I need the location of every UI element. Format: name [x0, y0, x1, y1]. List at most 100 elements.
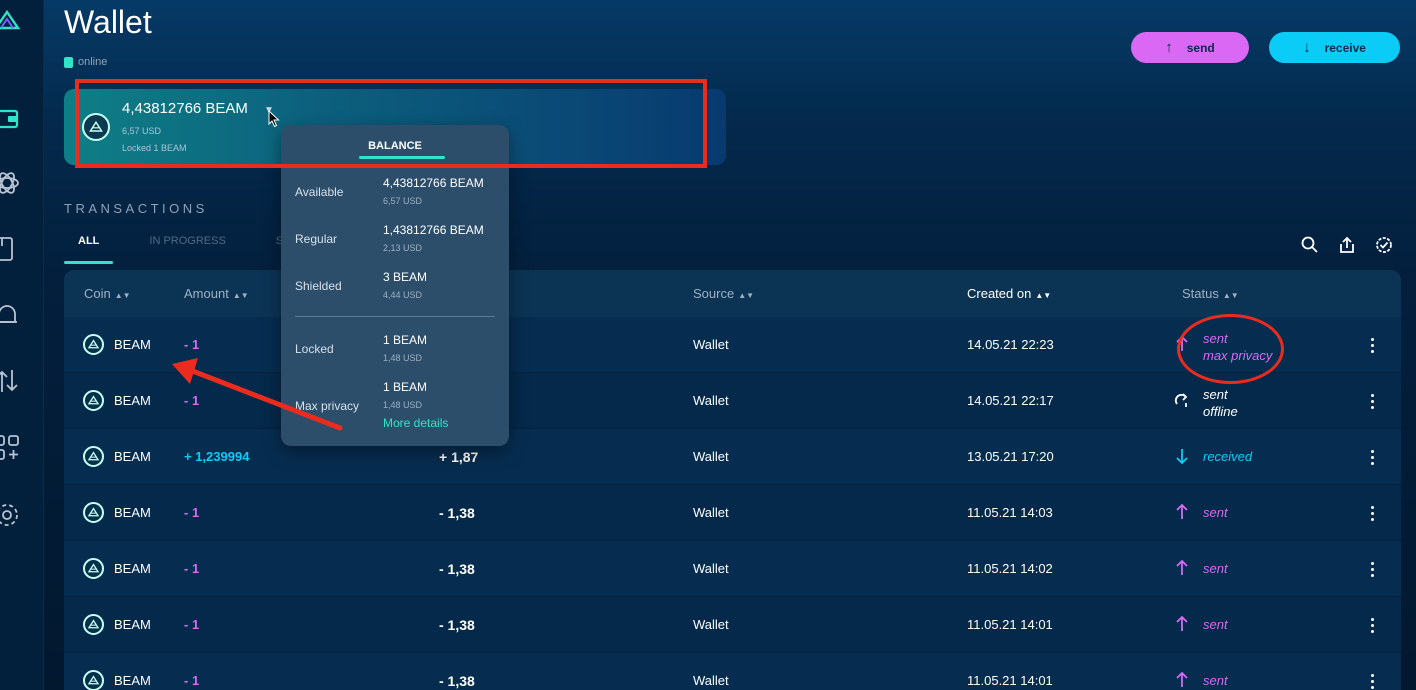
coin-name: BEAM — [114, 505, 151, 520]
more-details-link[interactable]: More details — [383, 416, 448, 430]
table-row[interactable]: BEAM - 1 - 1,38 Wallet 11.05.21 14:02 sent — [64, 541, 1401, 597]
arrow-up-icon — [1176, 335, 1188, 351]
popup-value: 1 BEAM — [383, 333, 428, 347]
status-line-1: sent — [1203, 387, 1228, 402]
beam-coin-icon — [83, 670, 104, 690]
arrow-up-icon: ↑ — [1165, 39, 1173, 56]
popup-label: Locked — [295, 342, 334, 356]
beam-coin-icon — [82, 113, 110, 141]
col-amount[interactable]: Amount ▲▼ — [184, 286, 249, 301]
popup-value: 1,43812766 BEAM — [383, 223, 484, 237]
more-options-icon[interactable] — [1367, 671, 1377, 690]
beam-coin-icon — [83, 390, 104, 411]
popup-tab-indicator — [359, 156, 445, 159]
col-coin-label: Coin — [84, 286, 111, 301]
asset-usd: 6,57 USD — [122, 126, 162, 136]
table-row[interactable]: BEAM - 1 Wallet 14.05.21 22:17 sent offline — [64, 373, 1401, 429]
amount-cell: - 1 — [184, 617, 200, 632]
offline-arrow-icon — [1174, 393, 1188, 407]
table-row[interactable]: BEAM + 1,239994 + 1,87 Wallet 13.05.21 17:20… — [64, 429, 1401, 485]
amount-cell: - 1 — [184, 505, 200, 520]
sidebar — [0, 0, 44, 690]
created-cell: 14.05.21 22:17 — [967, 393, 1054, 408]
status-cell: sent max privacy — [1203, 330, 1272, 364]
created-cell: 14.05.21 22:23 — [967, 337, 1054, 352]
usd-cell: - 1,38 — [439, 561, 475, 577]
beam-coin-icon — [83, 446, 104, 467]
coin-name: BEAM — [114, 393, 151, 408]
popup-tab-balance[interactable]: BALANCE — [281, 140, 509, 152]
col-coin[interactable]: Coin ▲▼ — [84, 286, 131, 301]
col-source-label: Source — [693, 286, 735, 301]
send-button[interactable]: ↑ send — [1131, 32, 1249, 63]
source-cell: Wallet — [693, 393, 729, 408]
gear-icon[interactable] — [0, 500, 22, 530]
table-row[interactable]: BEAM - 1 Wallet 14.05.21 22:23 sent max priva… — [64, 317, 1401, 373]
receive-label: receive — [1324, 40, 1366, 55]
table-row[interactable]: BEAM - 1 - 1,38 Wallet 11.05.21 14:01 sent — [64, 653, 1401, 690]
receive-button[interactable]: ↓ receive — [1269, 32, 1400, 63]
search-icon[interactable] — [1300, 235, 1320, 255]
col-status[interactable]: Status ▲▼ — [1182, 286, 1239, 301]
coin-name: BEAM — [114, 561, 151, 576]
address-book-icon[interactable] — [0, 234, 22, 264]
popup-label: Regular — [295, 232, 338, 246]
more-options-icon[interactable] — [1367, 335, 1377, 355]
status-line-1: received — [1203, 449, 1253, 464]
export-icon[interactable] — [1337, 235, 1357, 255]
wallet-icon[interactable] — [0, 103, 22, 133]
more-options-icon[interactable] — [1367, 615, 1377, 635]
arrow-down-icon — [1176, 449, 1188, 465]
source-cell: Wallet — [693, 337, 729, 352]
usd-cell: + 1,87 — [439, 449, 479, 465]
created-cell: 11.05.21 14:03 — [967, 505, 1053, 520]
popup-label: Available — [295, 185, 344, 199]
beam-coin-icon — [83, 558, 104, 579]
source-cell: Wallet — [693, 561, 729, 576]
apps-icon[interactable] — [0, 433, 22, 463]
table-header: Coin ▲▼ Amount ▲▼ Source ▲▼ Created on ▲▼ St… — [64, 270, 1401, 317]
popup-usd: 1,48 USD — [383, 353, 423, 363]
created-cell: 11.05.21 14:01 — [967, 673, 1053, 688]
lock-icon — [64, 56, 73, 68]
amount-cell: - 1 — [184, 673, 200, 688]
asset-locked: Locked 1 BEAM — [122, 143, 187, 153]
status-line-1: sent — [1203, 561, 1228, 576]
verify-icon[interactable] — [1374, 235, 1394, 255]
table-body: BEAM - 1 Wallet 14.05.21 22:23 sent max priva… — [64, 317, 1401, 690]
source-cell: Wallet — [693, 449, 729, 464]
status-cell: received — [1203, 449, 1252, 464]
more-options-icon[interactable] — [1367, 503, 1377, 523]
table-row[interactable]: BEAM - 1 - 1,38 Wallet 11.05.21 14:01 sent — [64, 597, 1401, 653]
created-cell: 11.05.21 14:01 — [967, 617, 1053, 632]
sort-icon: ▲▼ — [114, 291, 131, 300]
amount-cell: - 1 — [184, 393, 200, 408]
tab-all[interactable]: ALL — [64, 235, 114, 264]
tab-in-progress[interactable]: IN PROGRESS — [135, 235, 239, 257]
more-options-icon[interactable] — [1367, 559, 1377, 579]
usd-cell: - 1,38 — [439, 505, 475, 521]
send-label: send — [1186, 40, 1215, 55]
transactions-title: TRANSACTIONS — [64, 201, 208, 216]
swap-icon[interactable] — [0, 366, 22, 396]
arrow-up-icon — [1176, 671, 1188, 687]
col-created-label: Created on — [967, 286, 1032, 301]
status-line-1: sent — [1203, 331, 1228, 346]
col-created[interactable]: Created on ▲▼ — [967, 286, 1051, 301]
popup-value: 4,43812766 BEAM — [383, 176, 484, 190]
atom-icon[interactable] — [0, 168, 22, 198]
popup-value: 1 BEAM — [383, 380, 428, 394]
more-options-icon[interactable] — [1367, 391, 1377, 411]
more-options-icon[interactable] — [1367, 447, 1377, 467]
beam-logo-icon[interactable] — [0, 6, 22, 36]
created-cell: 13.05.21 17:20 — [967, 449, 1054, 464]
status-text: online — [78, 56, 108, 68]
status-line-2: max privacy — [1203, 348, 1273, 363]
popup-label: Shielded — [295, 279, 342, 293]
status-line-1: sent — [1203, 505, 1228, 520]
coin-name: BEAM — [114, 673, 151, 688]
bell-icon[interactable] — [0, 300, 22, 330]
col-source[interactable]: Source ▲▼ — [693, 286, 754, 301]
created-cell: 11.05.21 14:02 — [967, 561, 1053, 576]
table-row[interactable]: BEAM - 1 - 1,38 Wallet 11.05.21 14:03 sent — [64, 485, 1401, 541]
